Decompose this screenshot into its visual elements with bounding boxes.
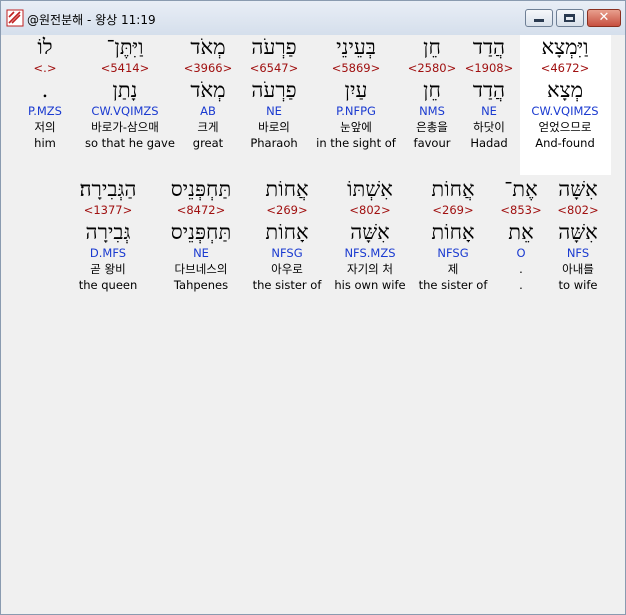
- word-item[interactable]: לוֹ <.> . P.MZS 저의 him: [5, 35, 85, 151]
- hebrew-word: לוֹ: [37, 35, 53, 59]
- english-gloss: him: [34, 136, 56, 150]
- hebrew-word: אֲחוֹת: [265, 177, 309, 201]
- close-icon: ✕: [598, 10, 610, 25]
- word-item[interactable]: הַגְּבִירָה׃ <1377> גְּבִירָה D.MFS 곧 왕비…: [68, 177, 148, 293]
- korean-gloss: 자기의 처: [347, 262, 393, 276]
- grammar-code: NFSG: [271, 246, 303, 260]
- english-gloss: his own wife: [334, 278, 406, 292]
- hebrew-word: וַיִּמְצָא: [541, 35, 589, 59]
- hebrew-root: תַּחְפְּנֵיס: [170, 220, 232, 244]
- interlinear-view: וַיִּמְצָא <4672> מְצָא CW.VQIMZS 얻었으므로 …: [5, 35, 621, 609]
- grammar-code: NFSG: [437, 246, 469, 260]
- word-item[interactable]: אֶת־ <853> אֵת O . .: [481, 177, 561, 293]
- hebrew-root: מְאֹד: [190, 78, 226, 102]
- hebrew-word: אֶת־: [504, 177, 538, 201]
- grammar-code: CW.VQIMZS: [91, 104, 159, 118]
- english-gloss: And-found: [535, 136, 595, 150]
- strong-number: <3966>: [183, 61, 233, 75]
- hebrew-word: מְאֹד: [190, 35, 226, 59]
- korean-gloss: 크게: [197, 120, 219, 134]
- word-item[interactable]: אִשְׁתּוֹ <802> אִשָּׁה NFS.MZS 자기의 처 hi…: [330, 177, 410, 293]
- korean-gloss: 다브네스의: [174, 262, 228, 276]
- grammar-code: AB: [200, 104, 216, 118]
- strong-number: <5414>: [100, 61, 150, 75]
- hebrew-root: חֵן: [423, 78, 441, 102]
- english-gloss: the sister of: [252, 278, 322, 292]
- minimize-icon: [534, 19, 544, 22]
- english-gloss: Tahpenes: [173, 278, 229, 292]
- hebrew-root: אָחוֹת: [431, 220, 475, 244]
- word-item[interactable]: תַּחְפְּנֵיס <8472> תַּחְפְּנֵיס NE 다브네스…: [161, 177, 241, 293]
- korean-gloss: 곧 왕비: [90, 262, 126, 276]
- grammar-code: P.NFPG: [336, 104, 376, 118]
- english-gloss: favour: [413, 136, 451, 150]
- strong-number: <2580>: [407, 61, 457, 75]
- korean-gloss: 바로가-삼으매: [91, 120, 159, 134]
- hebrew-root: .: [41, 78, 49, 102]
- english-gloss: so that he gave: [85, 136, 175, 150]
- hebrew-word: בְּעֵינֵי: [336, 35, 376, 59]
- word-item[interactable]: חֵן <2580> חֵן NMS 은총을 favour: [392, 35, 472, 151]
- korean-gloss: 제: [447, 262, 459, 276]
- app-icon: [6, 9, 24, 27]
- close-button[interactable]: ✕: [587, 9, 621, 27]
- english-gloss: great: [192, 136, 224, 150]
- hebrew-root: נָתַן: [112, 78, 138, 102]
- title-bar[interactable]: @원전분해 - 왕상 11:19 ✕: [1, 1, 625, 35]
- strong-number: <269>: [266, 203, 308, 217]
- word-item[interactable]: וַיִּמְצָא <4672> מְצָא CW.VQIMZS 얻었으므로 …: [525, 35, 605, 151]
- word-item[interactable]: אֲחוֹת <269> אָחוֹת NFSG 아우로 the sister …: [247, 177, 327, 293]
- grammar-code: P.MZS: [28, 104, 62, 118]
- maximize-icon: [564, 14, 575, 22]
- english-gloss: .: [519, 278, 523, 292]
- hebrew-word: תַּחְפְּנֵיס: [170, 177, 232, 201]
- window-title: @원전분해 - 왕상 11:19: [27, 13, 156, 27]
- hebrew-word: הַגְּבִירָה׃: [79, 177, 137, 201]
- hebrew-word: וַיִּתֶּן־: [106, 35, 144, 59]
- grammar-code: O: [516, 246, 526, 260]
- hebrew-root: מְצָא: [546, 78, 584, 102]
- korean-gloss: 눈앞에: [340, 120, 372, 134]
- hebrew-root: אִשָּׁה: [350, 220, 390, 244]
- english-gloss: the queen: [78, 278, 138, 292]
- grammar-code: NFS.MZS: [344, 246, 396, 260]
- english-gloss: in the sight of: [316, 136, 396, 150]
- word-item[interactable]: אֲחוֹת <269> אָחוֹת NFSG 제 the sister of: [413, 177, 493, 293]
- english-gloss: the sister of: [418, 278, 488, 292]
- strong-number: <.>: [33, 61, 57, 75]
- grammar-code: CW.VQIMZS: [531, 104, 599, 118]
- grammar-code: NMS: [419, 104, 445, 118]
- korean-gloss: .: [519, 262, 523, 276]
- hebrew-word: חֵן: [423, 35, 441, 59]
- word-item[interactable]: בְּעֵינֵי <5869> עַיִן P.NFPG 눈앞에 in the…: [316, 35, 396, 151]
- strong-number: <802>: [349, 203, 391, 217]
- strong-number: <8472>: [176, 203, 226, 217]
- korean-gloss: 아우로: [271, 262, 303, 276]
- hebrew-root: אָחוֹת: [265, 220, 309, 244]
- hebrew-root: עַיִן: [344, 78, 368, 102]
- hebrew-root: אֵת: [508, 220, 534, 244]
- grammar-code: D.MFS: [89, 246, 127, 260]
- maximize-button[interactable]: [556, 9, 584, 27]
- word-item[interactable]: מְאֹד <3966> מְאֹד AB 크게 great: [168, 35, 248, 151]
- strong-number: <853>: [500, 203, 542, 217]
- grammar-code: NE: [193, 246, 209, 260]
- hebrew-word: אִשְׁתּוֹ: [347, 177, 393, 201]
- korean-gloss: 저의: [34, 120, 56, 134]
- strong-number: <269>: [432, 203, 474, 217]
- strong-number: <1377>: [83, 203, 133, 217]
- minimize-button[interactable]: [525, 9, 553, 27]
- word-item[interactable]: וַיִּתֶּן־ <5414> נָתַן CW.VQIMZS 바로가-삼으…: [85, 35, 175, 151]
- app-window: @원전분해 - 왕상 11:19 ✕ וַיִּמְצָא <4672> מְצ…: [0, 0, 626, 615]
- hebrew-root: גְּבִירָה: [85, 220, 131, 244]
- korean-gloss: 얻었으므로: [538, 120, 592, 134]
- strong-number: <5869>: [331, 61, 381, 75]
- hebrew-word: אֲחוֹת: [431, 177, 475, 201]
- strong-number: <4672>: [540, 61, 590, 75]
- korean-gloss: 은총을: [416, 120, 448, 134]
